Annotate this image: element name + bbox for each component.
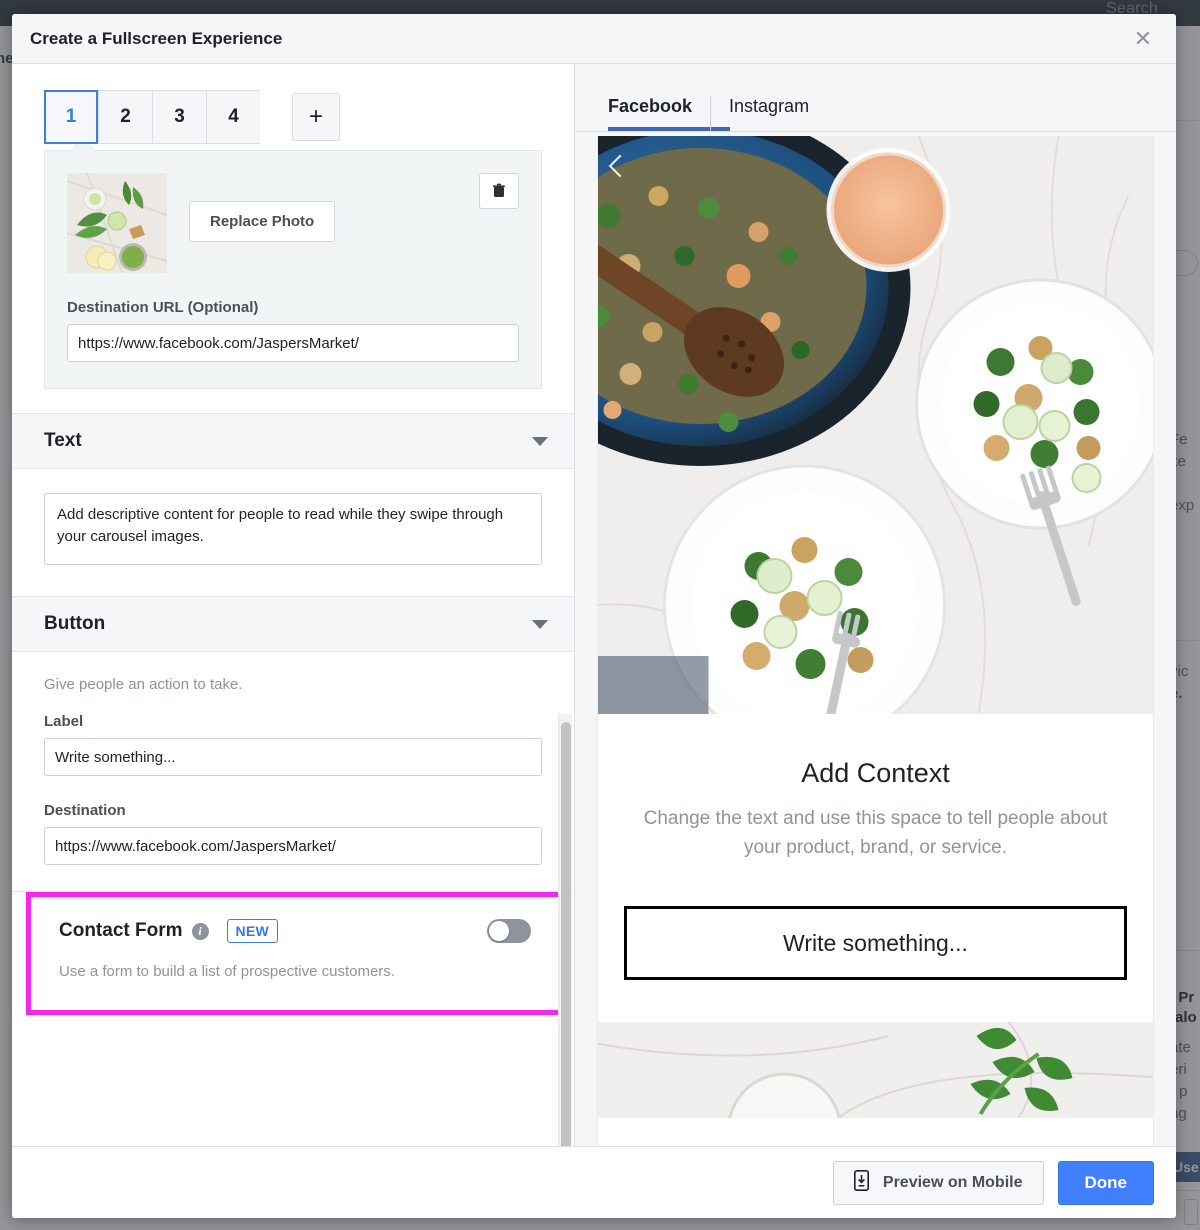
button-section-title: Button xyxy=(44,613,106,634)
context-title: Add Context xyxy=(801,758,950,788)
mobile-download-icon xyxy=(853,1169,869,1196)
done-button[interactable]: Done xyxy=(1057,1160,1154,1205)
dialog-header: Create a Fullscreen Experience ✕ xyxy=(12,14,1176,64)
carousel-card-tabs: 1 2 3 4 + xyxy=(12,64,574,144)
dialog-title: Create a Fullscreen Experience xyxy=(30,28,283,48)
add-card-button[interactable]: + xyxy=(292,93,340,141)
tab-facebook[interactable]: Facebook xyxy=(608,96,731,131)
tab-instagram[interactable]: Instagram xyxy=(710,96,823,131)
dialog-footer: Preview on Mobile Done xyxy=(12,1146,1176,1218)
contact-form-section: Contact Form i NEW Use a form to build a… xyxy=(26,892,564,1015)
button-section-body: Give people an action to take. Label Des… xyxy=(12,652,574,891)
dialog-body: 1 2 3 4 + Replace Photo Destination URL … xyxy=(12,64,1176,1146)
preview-pane: Facebook Instagram Add Context Change th… xyxy=(575,64,1176,1146)
destination-url-label: Destination URL (Optional) xyxy=(67,299,259,316)
card-tab-4[interactable]: 4 xyxy=(206,90,260,144)
button-hint-text: Give people an action to take. xyxy=(44,676,243,693)
trash-icon[interactable] xyxy=(479,173,519,209)
close-icon[interactable]: ✕ xyxy=(1130,26,1156,52)
button-destination-label: Destination xyxy=(44,802,126,819)
chevron-down-icon[interactable] xyxy=(532,619,548,629)
next-card-photo xyxy=(598,1022,1153,1118)
story-text-input[interactable] xyxy=(44,493,542,565)
hero-photo xyxy=(598,136,1153,714)
card-tab-2[interactable]: 2 xyxy=(98,90,152,144)
button-section-header[interactable]: Button xyxy=(12,596,574,652)
preview-on-mobile-button[interactable]: Preview on Mobile xyxy=(832,1160,1044,1205)
button-label-input[interactable] xyxy=(44,738,542,776)
chevron-down-icon[interactable] xyxy=(532,436,548,446)
editor-pane: 1 2 3 4 + Replace Photo Destination URL … xyxy=(12,64,575,1146)
preview-on-mobile-label: Preview on Mobile xyxy=(882,1173,1023,1191)
context-body: Change the text and use this space to te… xyxy=(643,808,1108,858)
phone-preview: Add Context Change the text and use this… xyxy=(597,136,1154,1146)
preview-canvas: Add Context Change the text and use this… xyxy=(575,132,1176,1146)
contact-form-description: Use a form to build a list of prospectiv… xyxy=(59,963,395,980)
text-section-title: Text xyxy=(44,430,82,451)
contact-form-header-row: Contact Form i NEW xyxy=(59,919,531,943)
context-block: Add Context Change the text and use this… xyxy=(598,714,1153,980)
preview-platform-tabs: Facebook Instagram xyxy=(575,64,1176,132)
contact-form-toggle[interactable] xyxy=(487,919,531,943)
info-icon[interactable]: i xyxy=(191,922,209,940)
destination-url-input[interactable] xyxy=(67,324,519,362)
button-destination-input[interactable] xyxy=(44,827,542,865)
create-fullscreen-experience-dialog: Create a Fullscreen Experience ✕ 1 2 3 4… xyxy=(12,14,1176,1218)
new-badge: NEW xyxy=(226,919,279,943)
card-tab-1[interactable]: 1 xyxy=(44,90,98,144)
text-section-body xyxy=(12,469,574,596)
editor-scrollbar-thumb[interactable] xyxy=(561,722,571,1146)
photo-row: Replace Photo xyxy=(67,173,519,273)
preview-cta-button[interactable]: Write something... xyxy=(624,906,1127,980)
contact-form-title: Contact Form xyxy=(59,920,183,941)
text-section-header[interactable]: Text xyxy=(12,413,574,469)
button-label-label: Label xyxy=(44,713,84,730)
photo-thumbnail[interactable] xyxy=(67,173,167,273)
editor-scrollbar[interactable] xyxy=(558,714,572,1146)
photo-panel: Replace Photo Destination URL (Optional) xyxy=(44,138,542,389)
replace-photo-button[interactable]: Replace Photo xyxy=(189,201,336,242)
card-tab-3[interactable]: 3 xyxy=(152,90,206,144)
